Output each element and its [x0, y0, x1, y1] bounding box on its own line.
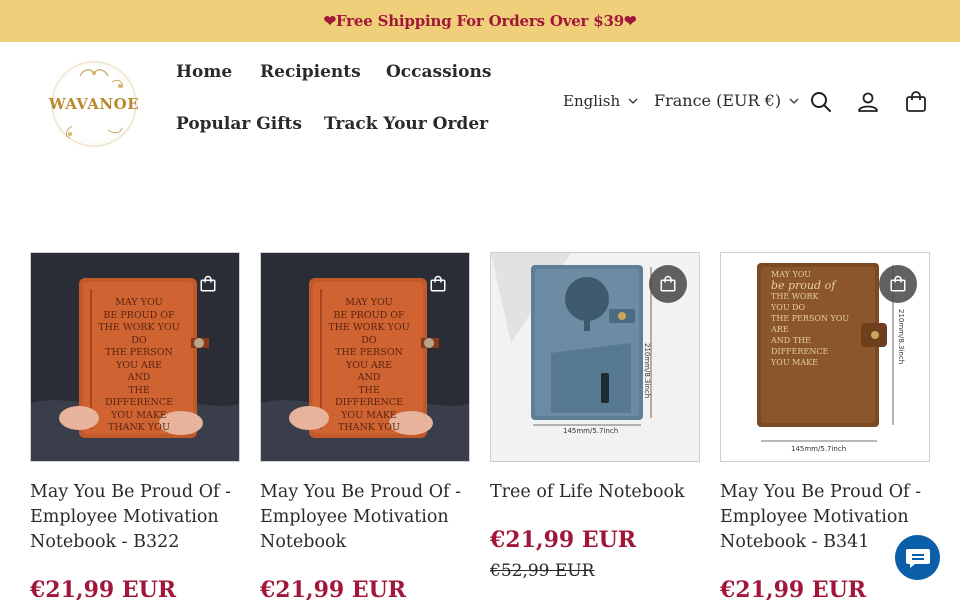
- product-price: €21,99 EUR: [490, 527, 637, 553]
- chat-button[interactable]: [895, 535, 940, 580]
- nav-recipients[interactable]: Recipients: [260, 62, 361, 82]
- compare-price: €52,99 EUR: [490, 561, 595, 581]
- cart-icon: [200, 275, 216, 292]
- country-label: France (EUR €): [654, 91, 782, 110]
- logo[interactable]: WAVANOE: [48, 60, 140, 148]
- nav-home[interactable]: Home: [176, 62, 232, 82]
- binder-cover-text: MAY YOU be proud of THE WORK YOU DO THE …: [771, 270, 850, 367]
- chat-icon: [905, 548, 930, 568]
- search-icon[interactable]: [809, 90, 833, 114]
- product-price: €21,99 EUR: [260, 577, 407, 600]
- journal-cover-text: MAY YOU BE PROUD OF THE WORK YOU DO THE PER…: [328, 297, 410, 433]
- language-label: English: [563, 92, 621, 110]
- product-title[interactable]: May You Be Proud Of - Employee Motivatio…: [30, 480, 240, 555]
- quick-add-button[interactable]: [649, 265, 687, 303]
- product-image[interactable]: 210mm/8.3inch 145mm/5.7inch: [490, 252, 700, 462]
- width-dimension-label: 145mm/5.7inch: [563, 427, 619, 435]
- announcement-bar: ❤Free Shipping For Orders Over $39❤: [0, 0, 960, 42]
- cart-icon[interactable]: [904, 90, 928, 114]
- product-card[interactable]: 210mm/8.3inch 145mm/5.7inch Tree of Life…: [490, 252, 700, 581]
- account-icon[interactable]: [856, 90, 880, 114]
- width-dimension-label: 145mm/5.7inch: [791, 445, 847, 453]
- journal-cover-text: MAY YOU BE PROUD OF THE WORK YOU DO THE PER…: [98, 297, 180, 433]
- announcement-text: ❤Free Shipping For Orders Over $39❤: [323, 12, 637, 30]
- nav-track-order[interactable]: Track Your Order: [324, 114, 488, 134]
- quick-add-button[interactable]: [419, 265, 457, 303]
- product-title[interactable]: May You Be Proud Of - Employee Motivatio…: [260, 480, 470, 555]
- chevron-down-icon: [789, 98, 799, 104]
- cart-icon: [430, 275, 446, 292]
- nav-occassions[interactable]: Occassions: [386, 62, 491, 82]
- product-image[interactable]: MAY YOU BE PROUD OF THE WORK YOU DO THE PER…: [260, 252, 470, 462]
- product-image[interactable]: MAY YOU be proud of THE WORK YOU DO THE …: [720, 252, 930, 462]
- product-grid: MAY YOU BE PROUD OF THE WORK YOU DO THE PER…: [30, 252, 930, 600]
- product-image[interactable]: MAY YOU BE PROUD OF THE WORK YOU DO THE PER…: [30, 252, 240, 462]
- product-price: €21,99 EUR: [30, 577, 177, 600]
- cart-icon: [660, 275, 676, 292]
- site-header: WAVANOE Home Recipients Occassions Popul…: [0, 42, 960, 162]
- chevron-down-icon: [628, 98, 638, 104]
- logo-text: WAVANOE: [48, 95, 140, 113]
- quick-add-button[interactable]: [879, 265, 917, 303]
- height-dimension-label: 210mm/8.3inch: [897, 309, 905, 365]
- quick-add-button[interactable]: [189, 265, 227, 303]
- product-price: €21,99 EUR: [720, 577, 867, 600]
- language-selector[interactable]: English: [563, 92, 638, 110]
- country-selector[interactable]: France (EUR €): [654, 91, 799, 110]
- height-dimension-label: 210mm/8.3inch: [643, 343, 651, 399]
- product-title[interactable]: Tree of Life Notebook: [490, 480, 700, 505]
- product-card[interactable]: MAY YOU BE PROUD OF THE WORK YOU DO THE PER…: [260, 252, 470, 600]
- cart-icon: [890, 275, 906, 292]
- nav-popular-gifts[interactable]: Popular Gifts: [176, 114, 302, 134]
- product-card[interactable]: MAY YOU BE PROUD OF THE WORK YOU DO THE PER…: [30, 252, 240, 600]
